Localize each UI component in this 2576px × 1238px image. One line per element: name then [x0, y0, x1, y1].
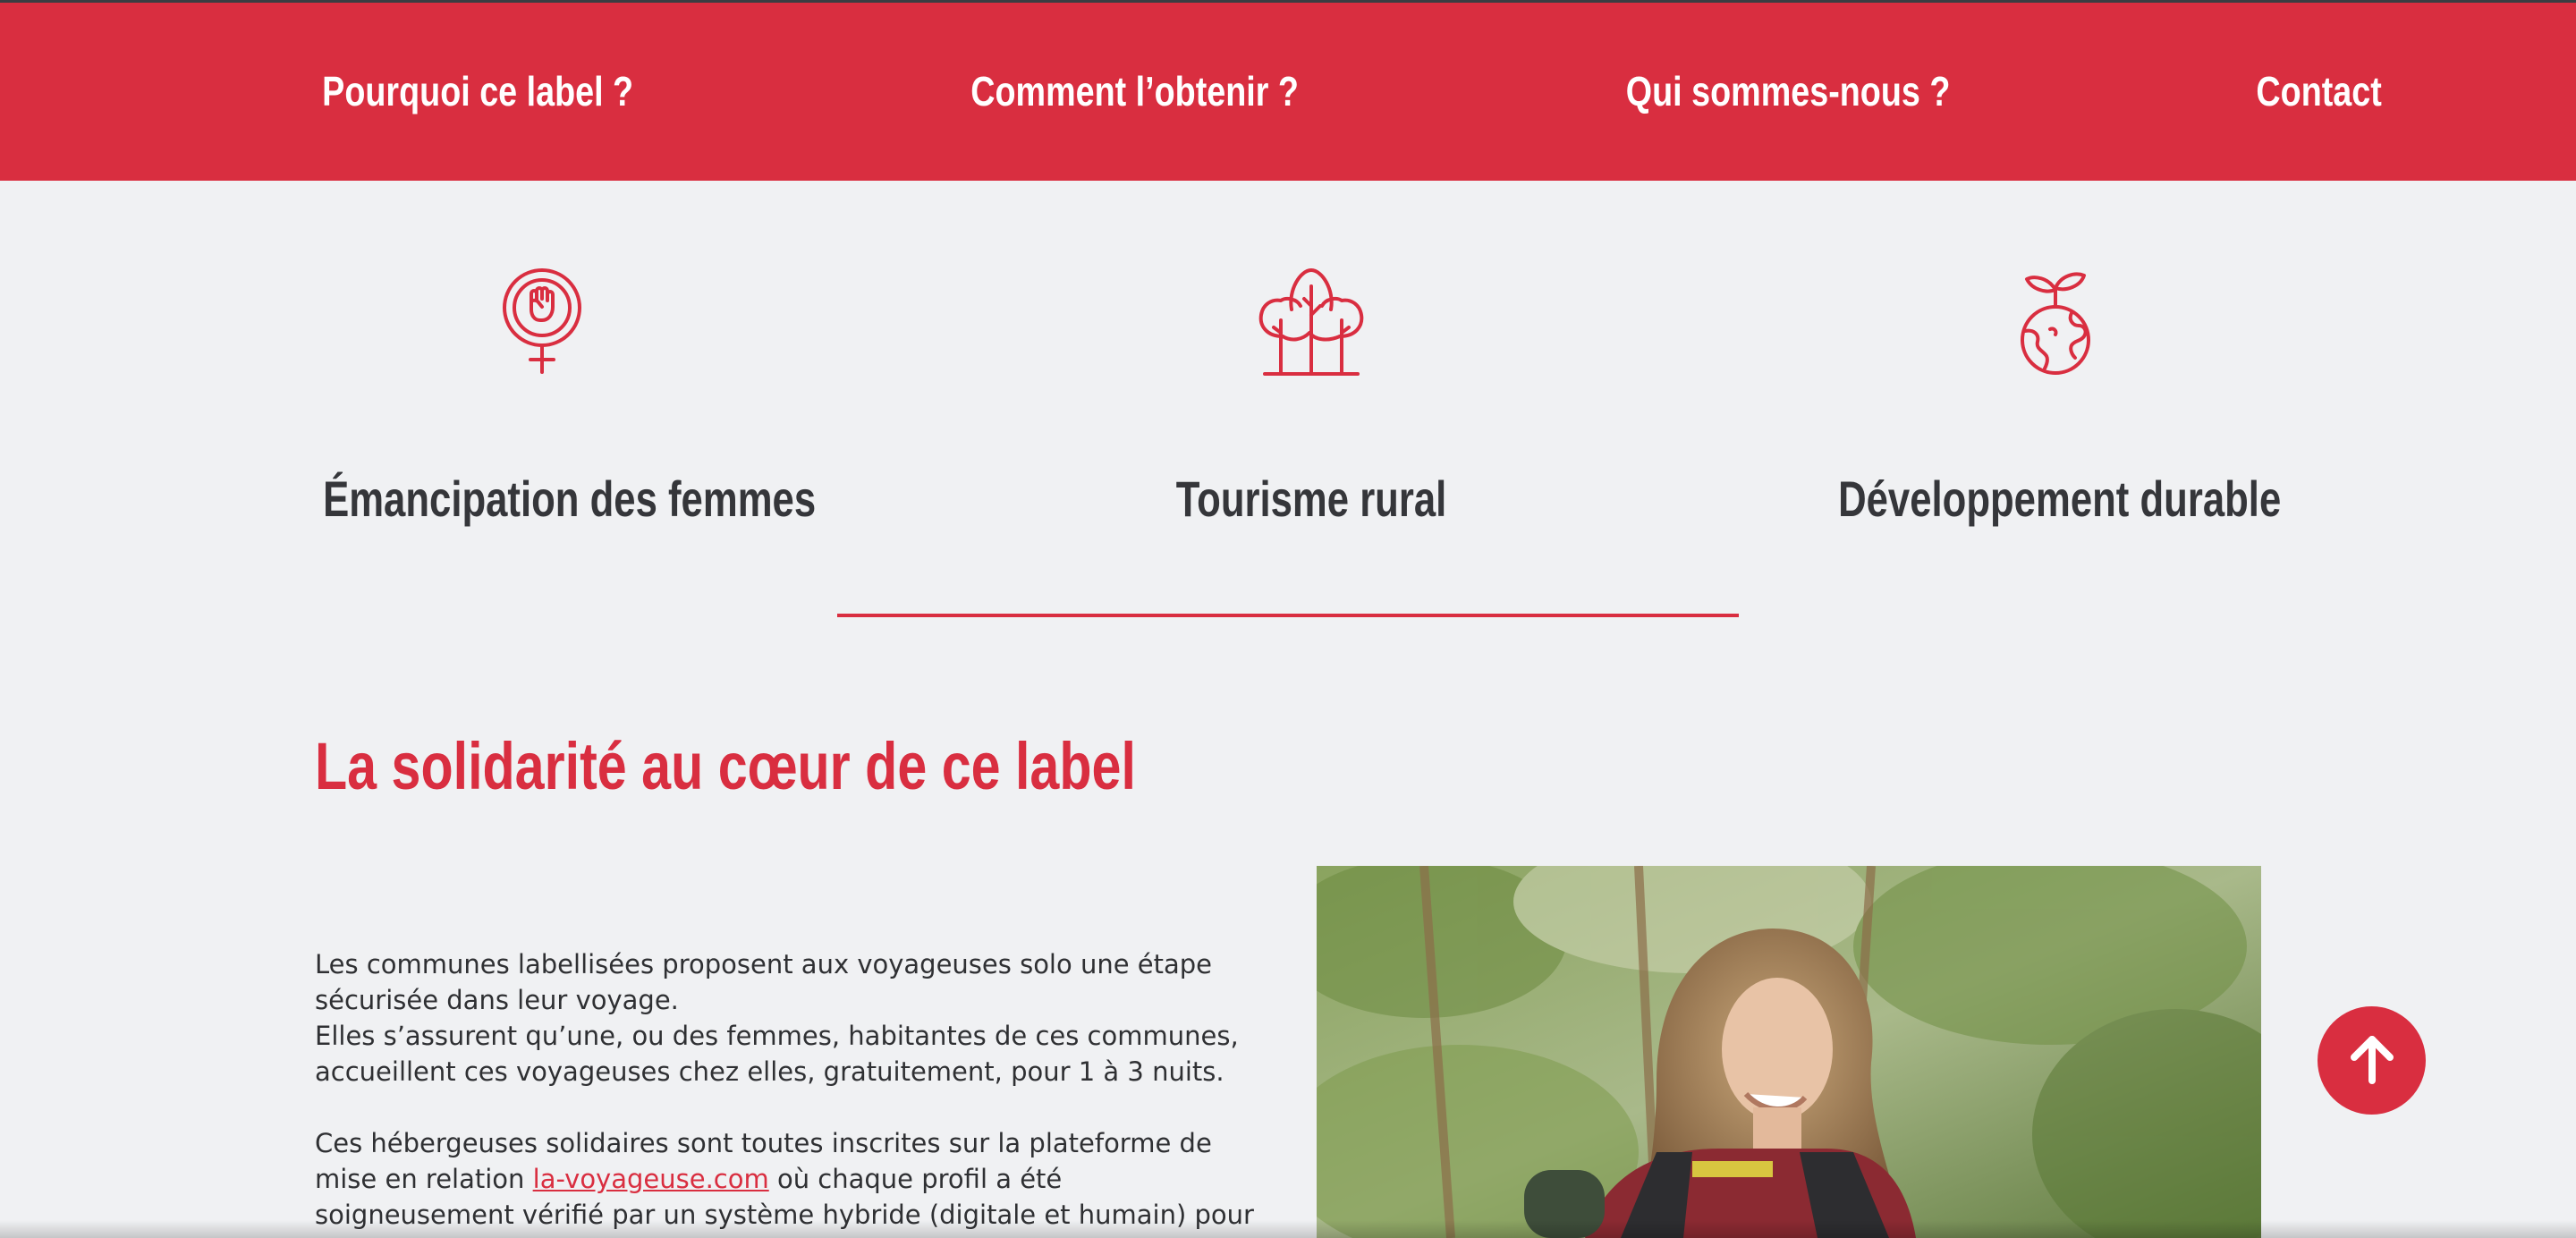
paragraph-1-line-1: Les communes labellisées proposent aux v… — [315, 949, 1213, 1015]
feature-title-emancipation: Émancipation des femmes — [323, 471, 817, 527]
la-voyageuse-link[interactable]: la-voyageuse.com — [533, 1164, 769, 1194]
feature-title-developpement: Développement durable — [1838, 471, 2282, 527]
arrow-up-icon — [2350, 1034, 2394, 1087]
back-to-top-button[interactable] — [2318, 1006, 2426, 1115]
section-title: La solidarité au cœur de ce label — [315, 729, 1136, 803]
paragraph-1-line-2: Elles s’assurent qu’une, ou des femmes, … — [315, 1021, 1239, 1087]
traveler-photo — [1317, 866, 2261, 1238]
main-navigation: Pourquoi ce label ? Comment l’obtenir ? … — [0, 3, 2576, 181]
nav-link-comment[interactable]: Comment l’obtenir ? — [970, 3, 1299, 181]
nav-link-contact[interactable]: Contact — [2256, 3, 2381, 181]
nav-link-pourquoi[interactable]: Pourquoi ce label ? — [322, 3, 633, 181]
trees-icon — [1256, 263, 1367, 376]
feminist-fist-icon — [501, 267, 583, 374]
paragraph-2: Ces hébergeuses solidaires sont toutes i… — [315, 1125, 1263, 1238]
nav-link-qui-sommes-nous[interactable]: Qui sommes-nous ? — [1626, 3, 1951, 181]
section-body: Les communes labellisées proposent aux v… — [315, 946, 1263, 1238]
section-divider — [837, 614, 1739, 617]
globe-sprout-icon — [2018, 265, 2093, 376]
feature-title-tourisme: Tourisme rural — [1175, 471, 1447, 527]
